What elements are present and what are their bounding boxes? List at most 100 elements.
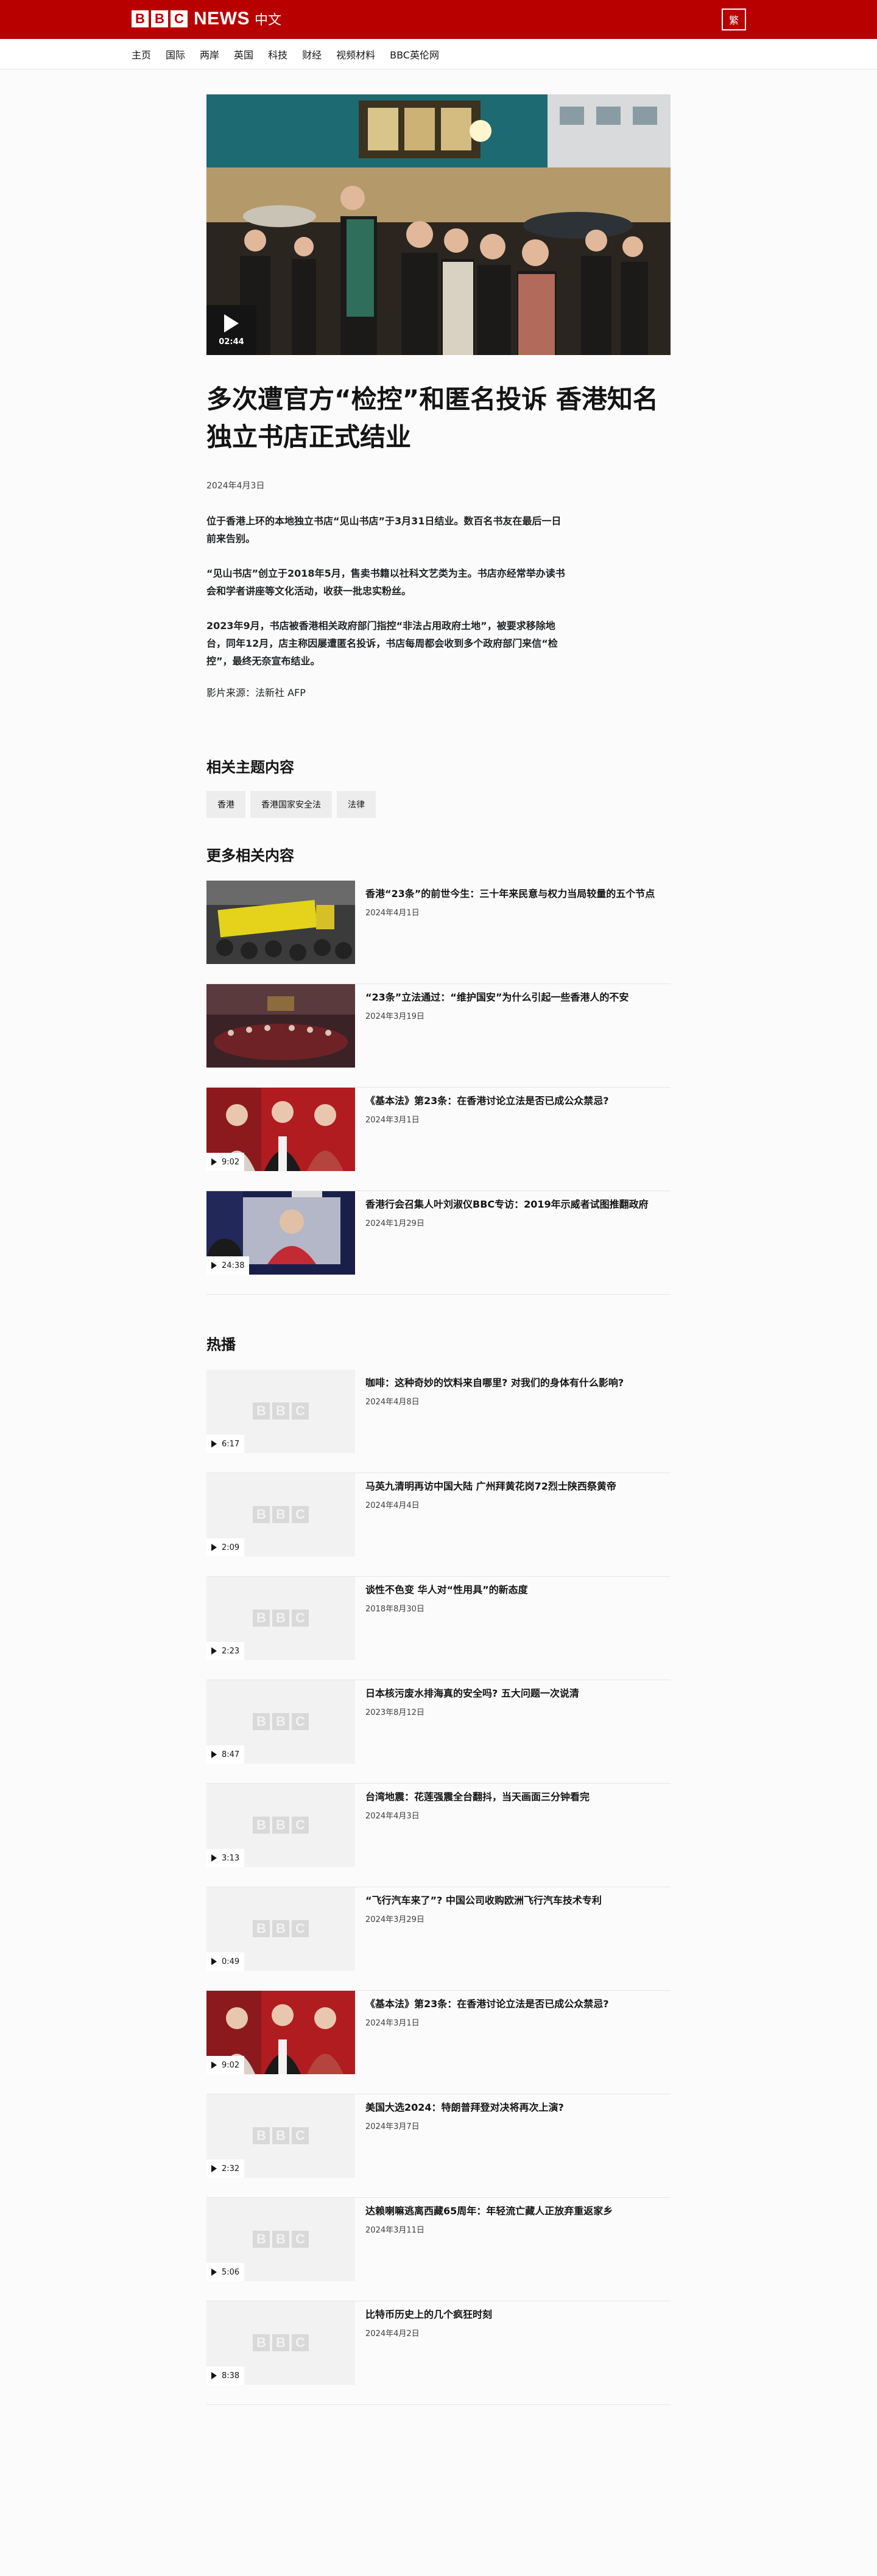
nav-item[interactable]: 国际 <box>166 47 185 62</box>
placeholder-letter: B <box>253 2231 270 2248</box>
play-icon <box>211 1958 217 1965</box>
story-item[interactable]: B B C 0:49 “飞行汽车来了”? 中国公司收购欧洲飞行汽车技术专利 2024年3月… <box>206 1887 671 1991</box>
story-title-link[interactable]: 比特币历史上的几个疯狂时刻 <box>365 2307 492 2322</box>
bbc-placeholder-logo: BBC <box>253 2127 311 2144</box>
story-thumbnail[interactable] <box>206 984 355 1068</box>
hero-image <box>206 94 671 355</box>
story-title-link[interactable]: 香港行会召集人叶刘淑仪BBC专访：2019年示威者试图推翻政府 <box>365 1197 649 1212</box>
video-duration: 9:02 <box>222 2060 240 2070</box>
topic-tag[interactable]: 香港国家安全法 <box>250 791 332 818</box>
nav-item[interactable]: 主页 <box>132 47 151 62</box>
placeholder-letter: B <box>272 1920 289 1937</box>
story-date: 2024年4月8日 <box>365 1398 420 1407</box>
bbc-news-logo[interactable]: B B C NEWS 中文 <box>132 9 281 29</box>
story-title-link[interactable]: 咖啡：这种奇妙的饮料来自哪里? 对我们的身体有什么影响? <box>365 1376 624 1390</box>
story-thumbnail[interactable]: B B C 0:49 <box>206 1887 355 1971</box>
story-title-link[interactable]: 香港“23条”的前世今生：三十年来民意与权力当局较量的五个节点 <box>365 887 655 901</box>
story-title-link[interactable]: 达赖喇嘛逃离西藏65周年：年轻流亡藏人正放弃重返家乡 <box>365 2204 613 2219</box>
story-item[interactable]: 24:38 香港行会召集人叶刘淑仪BBC专访：2019年示威者试图推翻政府 2024… <box>206 1191 671 1295</box>
story-thumbnail[interactable]: B B C 8:38 <box>206 2301 355 2385</box>
story-item[interactable]: B B C 2:23 谈性不色变 华人对“性用具”的新态度 2018年8月30日 <box>206 1577 671 1680</box>
story-info: “飞行汽车来了”? 中国公司收购欧洲飞行汽车技术专利 2024年3月29日 <box>365 1887 602 1990</box>
story-title-link[interactable]: “23条”立法通过：“维护国安”为什么引起一些香港人的不安 <box>365 990 629 1005</box>
placeholder-letter: C <box>292 2334 309 2351</box>
play-icon <box>224 314 239 333</box>
video-play-button[interactable]: 02:44 <box>206 305 256 355</box>
play-icon <box>211 2372 217 2379</box>
story-title-link[interactable]: 台湾地震：花莲强震全台翻抖，当天画面三分钟看完 <box>365 1790 590 1804</box>
story-thumbnail[interactable]: B B C 8:47 <box>206 1680 355 1764</box>
story-thumbnail[interactable]: B B C 5:06 <box>206 2198 355 2281</box>
bbc-placeholder-logo: BBC <box>253 1506 311 1523</box>
story-info: 香港行会召集人叶刘淑仪BBC专访：2019年示威者试图推翻政府 2024年1月29… <box>365 1191 649 1294</box>
story-title-link[interactable]: 《基本法》第23条：在香港讨论立法是否已成公众禁忌? <box>365 1094 609 1108</box>
story-title-link[interactable]: 马英九清明再访中国大陆 广州拜黄花岗72烈士陕西祭黄帝 <box>365 1479 616 1494</box>
video-duration-badge: 9:02 <box>206 1153 245 1171</box>
story-thumbnail[interactable]: B B C 2:09 <box>206 1473 355 1557</box>
placeholder-letter: B <box>253 1713 270 1730</box>
story-thumbnail[interactable]: B B C 3:13 <box>206 1784 355 1867</box>
story-info: 谈性不色变 华人对“性用具”的新态度 2018年8月30日 <box>365 1577 528 1680</box>
story-thumbnail[interactable]: 24:38 <box>206 1191 355 1275</box>
story-title-link[interactable]: 《基本法》第23条：在香港讨论立法是否已成公众禁忌? <box>365 1997 609 2011</box>
video-duration: 8:38 <box>222 2371 240 2381</box>
story-item[interactable]: B B C 3:13 台湾地震：花莲强震全台翻抖，当天画面三分钟看完 2024年4月3日 <box>206 1784 671 1887</box>
story-thumbnail[interactable]: B B C 6:17 <box>206 1370 355 1453</box>
placeholder-letter: B <box>253 2127 270 2144</box>
story-item[interactable]: B B C 6:17 咖啡：这种奇妙的饮料来自哪里? 对我们的身体有什么影响? 2024年… <box>206 1370 671 1473</box>
logo-letter: B <box>151 10 168 27</box>
story-thumbnail[interactable] <box>206 881 355 964</box>
story-title-link[interactable]: 日本核污废水排海真的安全吗? 五大问题一次说清 <box>365 1686 579 1701</box>
story-title-link[interactable]: 美国大选2024：特朗普拜登对决将再次上演? <box>365 2100 564 2115</box>
nav-item[interactable]: 英国 <box>234 47 253 62</box>
topic-tag[interactable]: 香港 <box>206 791 245 818</box>
logo-letter: B <box>132 10 149 27</box>
popular-list: B B C 6:17 咖啡：这种奇妙的饮料来自哪里? 对我们的身体有什么影响? 2024年… <box>206 1370 671 2405</box>
hero-video[interactable]: 02:44 <box>206 94 671 355</box>
story-item[interactable]: B B C 8:38 比特币历史上的几个疯狂时刻 2024年4月2日 <box>206 2301 671 2405</box>
story-date: 2024年4月2日 <box>365 2329 420 2338</box>
story-item[interactable]: B B C 2:09 马英九清明再访中国大陆 广州拜黄花岗72烈士陕西祭黄帝 2024年4… <box>206 1473 671 1577</box>
story-item[interactable]: B B C 8:47 日本核污废水排海真的安全吗? 五大问题一次说清 2023年8月12日 <box>206 1680 671 1784</box>
nav-item[interactable]: 视频材料 <box>336 47 375 62</box>
story-date: 2024年3月11日 <box>365 2226 424 2235</box>
video-source: 影片来源：法新社 AFP <box>206 687 306 699</box>
story-item[interactable]: “23条”立法通过：“维护国安”为什么引起一些香港人的不安 2024年3月19日 <box>206 984 671 1088</box>
story-thumbnail[interactable]: B B C 2:32 <box>206 2094 355 2178</box>
placeholder-letter: C <box>292 2127 309 2144</box>
video-duration-badge: 24:38 <box>206 1256 250 1275</box>
story-info: 《基本法》第23条：在香港讨论立法是否已成公众禁忌? 2024年3月1日 <box>365 1088 609 1191</box>
story-title-link[interactable]: “飞行汽车来了”? 中国公司收购欧洲飞行汽车技术专利 <box>365 1893 602 1908</box>
story-info: 日本核污废水排海真的安全吗? 五大问题一次说清 2023年8月12日 <box>365 1680 579 1783</box>
topic-tags: 香港 香港国家安全法 法律 <box>206 791 671 818</box>
video-duration: 3:13 <box>222 1853 240 1863</box>
story-date: 2024年3月1日 <box>365 1116 420 1125</box>
placeholder-letter: B <box>272 1610 289 1627</box>
story-title-link[interactable]: 谈性不色变 华人对“性用具”的新态度 <box>365 1583 528 1597</box>
story-item[interactable]: 9:02 《基本法》第23条：在香港讨论立法是否已成公众禁忌? 2024年3月1日 <box>206 1088 671 1191</box>
story-thumbnail[interactable]: 9:02 <box>206 1991 355 2074</box>
nav-item[interactable]: BBC英伦网 <box>390 47 439 62</box>
popular-heading: 热播 <box>206 1336 236 1353</box>
placeholder-letter: C <box>292 1920 309 1937</box>
story-item[interactable]: 9:02 《基本法》第23条：在香港讨论立法是否已成公众禁忌? 2024年3月1日 <box>206 1991 671 2094</box>
story-item[interactable]: B B C 5:06 达赖喇嘛逃离西藏65周年：年轻流亡藏人正放弃重返家乡 2024年3月… <box>206 2198 671 2301</box>
story-thumbnail[interactable]: B B C 2:23 <box>206 1577 355 1660</box>
nav-item[interactable]: 财经 <box>302 47 322 62</box>
video-duration-badge: 9:02 <box>206 2056 245 2074</box>
story-item[interactable]: 香港“23条”的前世今生：三十年来民意与权力当局较量的五个节点 2024年4月1日 <box>206 881 671 984</box>
placeholder-letter: B <box>253 1920 270 1937</box>
story-info: 美国大选2024：特朗普拜登对决将再次上演? 2024年3月7日 <box>365 2094 564 2197</box>
topic-tag[interactable]: 法律 <box>337 791 376 818</box>
video-duration: 9:02 <box>222 1157 240 1167</box>
article-date: 2024年4月3日 <box>206 481 265 491</box>
placeholder-letter: B <box>253 1817 270 1834</box>
story-thumbnail[interactable]: 9:02 <box>206 1088 355 1171</box>
site-header: B B C NEWS 中文 繁 主页 国际 两岸 英国 科技 财经 视频材料 BBC英伦网 <box>0 0 877 69</box>
traditional-chinese-button[interactable]: 繁 <box>722 9 746 30</box>
story-date: 2024年4月4日 <box>365 1501 420 1510</box>
story-item[interactable]: B B C 2:32 美国大选2024：特朗普拜登对决将再次上演? 2024年3月7日 <box>206 2094 671 2198</box>
bbc-placeholder-logo: BBC <box>253 2334 311 2351</box>
nav-item[interactable]: 科技 <box>268 47 287 62</box>
nav-item[interactable]: 两岸 <box>200 47 219 62</box>
